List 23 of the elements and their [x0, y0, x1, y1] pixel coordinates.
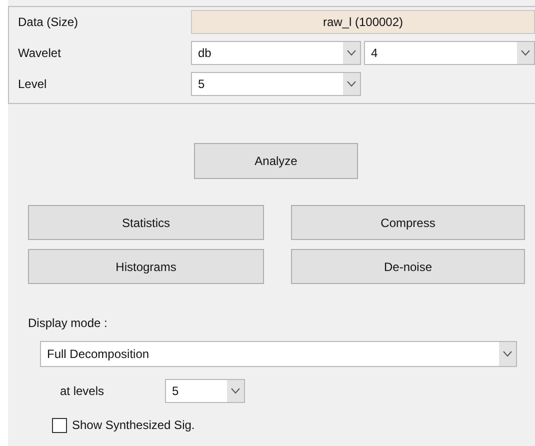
action-button[interactable]: De-noise [291, 249, 525, 284]
field-label: at levels [60, 383, 106, 400]
action-button[interactable]: Compress [291, 205, 525, 240]
caret-icon [521, 50, 530, 56]
analyze-button[interactable]: Analyze [194, 143, 358, 179]
caret-icon [503, 351, 512, 357]
checkbox-label: Show Synthesized Sig. [72, 417, 195, 434]
field-label: Level [18, 76, 48, 93]
data-value: raw_l (100002) [191, 10, 535, 34]
action-button[interactable]: Statistics [28, 205, 264, 240]
caret-icon [347, 50, 356, 56]
caret-icon [231, 388, 240, 394]
level-dropdown[interactable]: 5 [191, 72, 361, 96]
action-button[interactable]: Histograms [28, 249, 264, 284]
checkbox[interactable] [52, 418, 67, 432]
caret-icon [347, 81, 356, 87]
levels-dropdown[interactable]: 5 [165, 379, 245, 403]
display-mode-label: Display mode : [28, 315, 108, 332]
wavelet-number-dropdown[interactable]: 4 [364, 41, 535, 65]
wavelet-family-dropdown[interactable]: db [191, 41, 361, 65]
field-label: Data (Size) [18, 14, 80, 31]
display-mode-dropdown[interactable]: Full Decomposition [40, 341, 517, 367]
field-label: Wavelet [18, 45, 62, 62]
